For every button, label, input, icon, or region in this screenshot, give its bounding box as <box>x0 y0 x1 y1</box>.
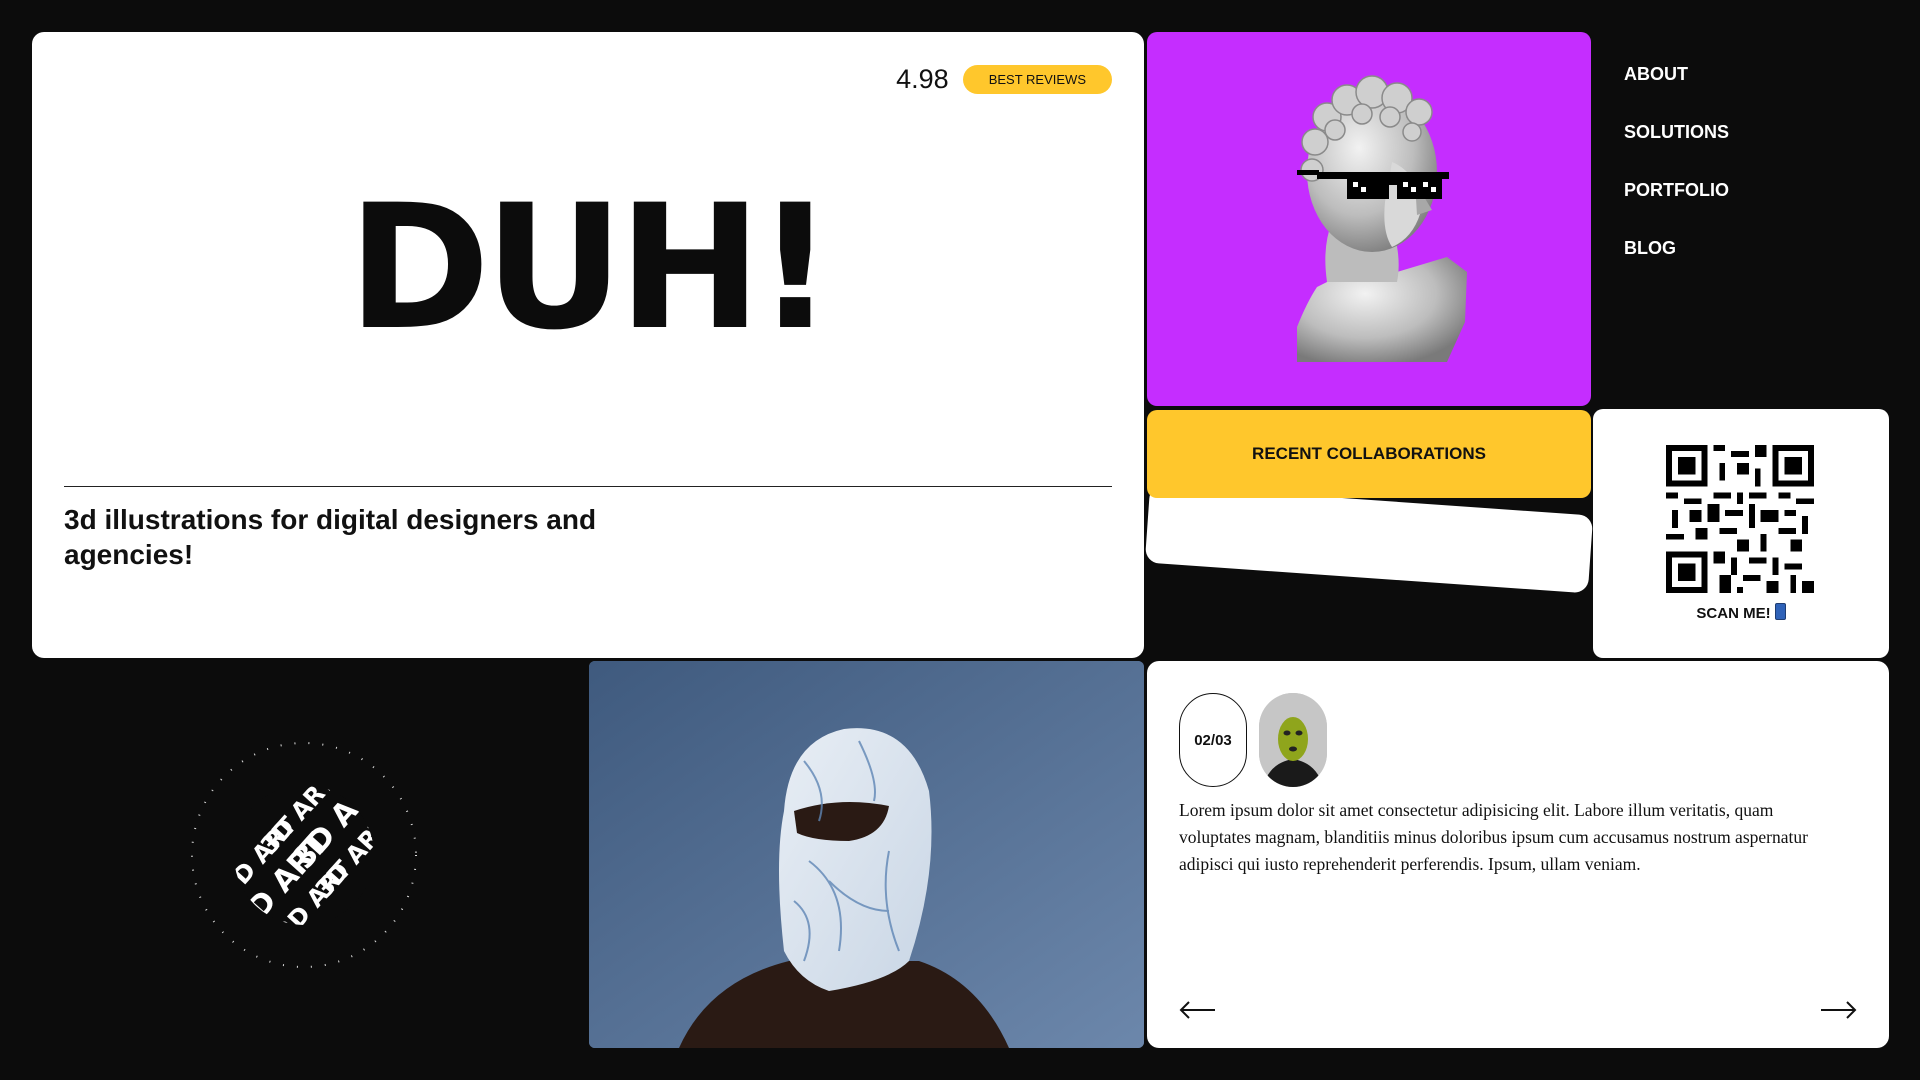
recent-collaborations-button[interactable]: RECENT COLLABORATIONS <box>1147 410 1591 498</box>
hero-card: 4.98 BEST REVIEWS DUH! 3d illustrations … <box>32 32 1144 658</box>
main-nav: ABOUT SOLUTIONS PORTFOLIO BLOG <box>1624 64 1729 296</box>
balaclava-photo <box>589 661 1144 1048</box>
tilted-card <box>1144 484 1594 594</box>
hero-title: DUH! <box>347 167 835 368</box>
nav-item-blog[interactable]: BLOG <box>1624 238 1729 259</box>
phone-icon <box>1774 603 1786 620</box>
avatar <box>1259 693 1327 787</box>
best-reviews-badge[interactable]: BEST REVIEWS <box>962 65 1112 94</box>
arrow-left-icon[interactable] <box>1177 997 1217 1023</box>
sphere-3d-art-icon: 3D ART 3D ART 3D ART 3D ART 3D ART 3D AR… <box>191 742 417 968</box>
slide-counter: 02/03 <box>1179 693 1247 787</box>
scan-me-label: SCAN ME! <box>1593 603 1889 622</box>
testimonial-text: Lorem ipsum dolor sit amet consectetur a… <box>1179 800 1808 874</box>
hero-subtitle: 3d illustrations for digital designers a… <box>64 504 597 570</box>
testimonial-card: 02/03 Lorem ipsum dolor sit amet consect… <box>1147 661 1889 1048</box>
arrow-right-icon[interactable] <box>1819 997 1859 1023</box>
nav-item-about[interactable]: ABOUT <box>1624 64 1729 85</box>
rotating-sphere-badge: 3D ART 3D ART 3D ART 3D ART 3D ART 3D AR… <box>184 735 424 975</box>
nav-item-solutions[interactable]: SOLUTIONS <box>1624 122 1729 143</box>
statue-image-card <box>1147 32 1591 406</box>
qr-card: SCAN ME! <box>1593 409 1889 658</box>
rating-row: 4.98 BEST REVIEWS <box>896 64 1112 95</box>
nav-item-portfolio[interactable]: PORTFOLIO <box>1624 180 1729 201</box>
avatar-illustration <box>1259 693 1327 787</box>
scan-me-text: SCAN ME! <box>1696 605 1771 622</box>
statue-illustration <box>1297 75 1467 362</box>
rating-value: 4.98 <box>896 64 949 94</box>
balaclava-illustration <box>589 661 1144 1048</box>
qr-code-icon[interactable] <box>1666 445 1814 593</box>
hero-divider <box>64 486 1112 487</box>
